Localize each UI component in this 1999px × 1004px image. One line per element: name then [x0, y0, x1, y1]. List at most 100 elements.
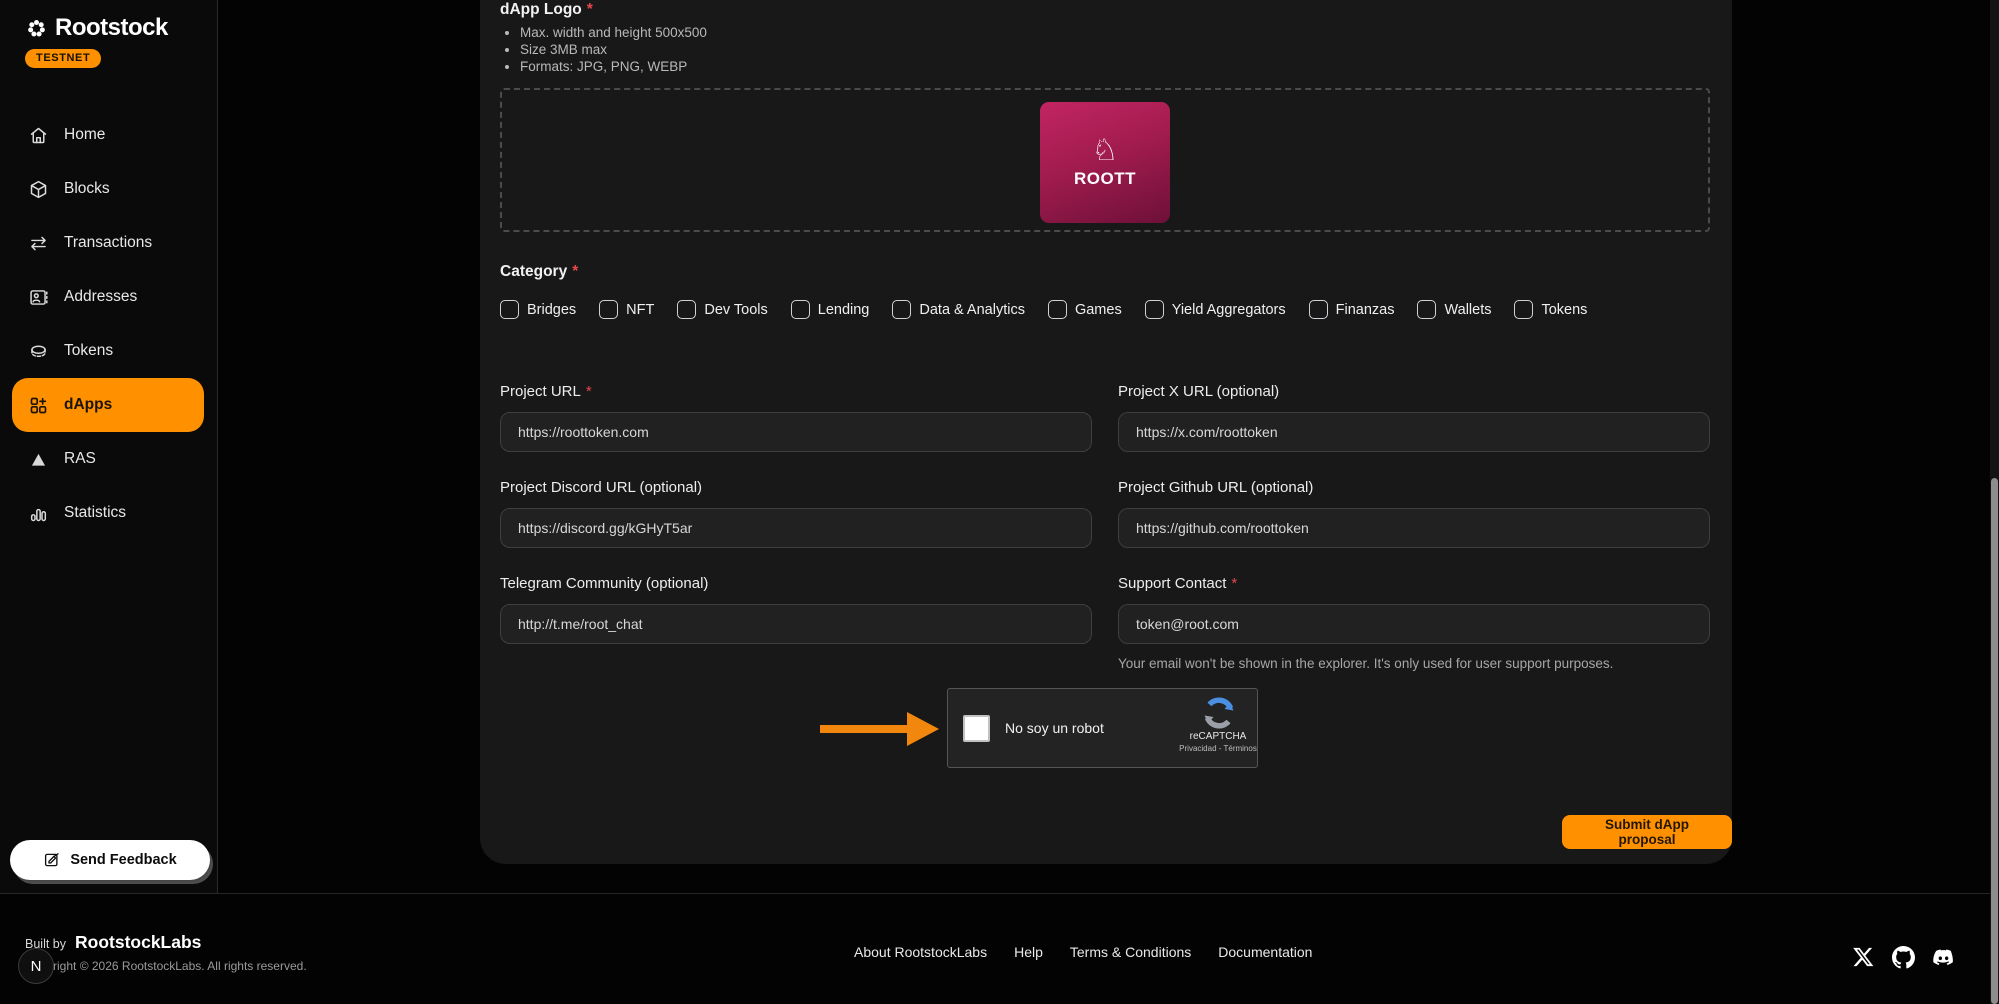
category-checkbox[interactable]	[599, 300, 618, 319]
sidebar: Rootstock TESTNET Home Blocks	[0, 0, 218, 893]
sidebar-item-ras[interactable]: RAS	[0, 432, 217, 486]
logo-rules-list: Max. width and height 500x500 Size 3MB m…	[520, 24, 707, 75]
recaptcha-logo-icon	[1203, 697, 1235, 729]
knight-chess-icon: ♘	[1092, 136, 1119, 166]
category-option-yield-aggregators[interactable]: Yield Aggregators	[1145, 300, 1286, 319]
bar-chart-icon	[28, 503, 49, 524]
field-support-contact: Support Contact* Your email won't be sho…	[1118, 575, 1710, 671]
footer-link-terms[interactable]: Terms & Conditions	[1070, 944, 1191, 960]
footer-link-help[interactable]: Help	[1014, 944, 1043, 960]
sidebar-nav: Home Blocks Transactions	[0, 108, 217, 540]
sidebar-item-statistics[interactable]: Statistics	[0, 486, 217, 540]
category-option-games[interactable]: Games	[1048, 300, 1122, 319]
sidebar-item-blocks[interactable]: Blocks	[0, 162, 217, 216]
required-asterisk: *	[1231, 575, 1237, 592]
category-checkbox[interactable]	[791, 300, 810, 319]
project-url-input[interactable]	[500, 412, 1092, 452]
recaptcha-label: No soy un robot	[1005, 720, 1104, 736]
category-option-data-analytics[interactable]: Data & Analytics	[892, 300, 1025, 319]
dapp-logo-label: dApp Logo*	[500, 1, 593, 19]
category-label: Category*	[500, 263, 578, 281]
category-option-dev-tools[interactable]: Dev Tools	[677, 300, 767, 319]
submit-dapp-proposal-button[interactable]: Submit dApp proposal	[1562, 815, 1732, 849]
arrow-shaft	[820, 725, 908, 733]
sidebar-item-transactions[interactable]: Transactions	[0, 216, 217, 270]
footer-link-documentation[interactable]: Documentation	[1218, 944, 1312, 960]
footer-left: Built by RootstockLabs Copyright © 2026 …	[25, 932, 307, 973]
footer-link-about[interactable]: About RootstockLabs	[854, 944, 987, 960]
sidebar-item-label: Blocks	[64, 180, 110, 198]
category-option-finanzas[interactable]: Finanzas	[1309, 300, 1395, 319]
brand-logo[interactable]: Rootstock TESTNET	[25, 14, 168, 68]
feedback-pencil-icon	[43, 851, 61, 869]
rootstock-flower-icon	[25, 17, 48, 40]
annotation-arrow	[820, 710, 944, 748]
required-asterisk: *	[572, 263, 578, 280]
sidebar-item-addresses[interactable]: Addresses	[0, 270, 217, 324]
home-icon	[28, 125, 49, 146]
logo-rule: Size 3MB max	[520, 41, 707, 58]
scrollbar-thumb[interactable]	[1991, 478, 1998, 1004]
category-checkbox[interactable]	[1145, 300, 1164, 319]
recaptcha-brand: reCAPTCHA	[1179, 731, 1257, 742]
category-checkbox[interactable]	[500, 300, 519, 319]
project-x-url-input[interactable]	[1118, 412, 1710, 452]
field-project-github-url: Project Github URL (optional)	[1118, 479, 1710, 548]
category-checkbox[interactable]	[1417, 300, 1436, 319]
category-checkbox[interactable]	[892, 300, 911, 319]
sidebar-item-label: Home	[64, 126, 105, 144]
category-option-tokens[interactable]: Tokens	[1514, 300, 1587, 319]
category-checkbox[interactable]	[1048, 300, 1067, 319]
recaptcha-checkbox[interactable]	[963, 715, 990, 742]
footer-social	[1852, 946, 1955, 969]
field-project-x-url: Project X URL (optional)	[1118, 383, 1710, 452]
x-twitter-icon[interactable]	[1852, 946, 1875, 969]
category-option-nft[interactable]: NFT	[599, 300, 654, 319]
category-option-lending[interactable]: Lending	[791, 300, 870, 319]
footer-links: About RootstockLabs Help Terms & Conditi…	[854, 944, 1312, 960]
sidebar-item-label: Addresses	[64, 288, 137, 306]
category-checkbox[interactable]	[1514, 300, 1533, 319]
category-checkbox[interactable]	[1309, 300, 1328, 319]
project-discord-url-input[interactable]	[500, 508, 1092, 548]
rootstocklabs-link[interactable]: RootstockLabs	[75, 932, 201, 953]
category-options-row: Bridges NFT Dev Tools Lending Data & Ana…	[500, 300, 1587, 319]
sidebar-item-label: Tokens	[64, 342, 113, 360]
github-icon[interactable]	[1892, 946, 1915, 969]
dapps-grid-plus-icon	[28, 395, 49, 416]
sidebar-item-home[interactable]: Home	[0, 108, 217, 162]
logo-upload-dropzone[interactable]: ♘ ROOTT	[500, 88, 1710, 232]
arrow-head	[907, 712, 939, 746]
discord-icon[interactable]	[1932, 946, 1955, 969]
category-checkbox[interactable]	[677, 300, 696, 319]
sidebar-item-label: Statistics	[64, 504, 126, 522]
category-option-wallets[interactable]: Wallets	[1417, 300, 1491, 319]
sidebar-item-label: dApps	[64, 396, 112, 414]
field-project-discord-url: Project Discord URL (optional)	[500, 479, 1092, 548]
logo-rule: Max. width and height 500x500	[520, 24, 707, 41]
dapp-proposal-form-panel: dApp Logo* Max. width and height 500x500…	[480, 0, 1732, 864]
required-asterisk: *	[587, 1, 593, 18]
cube-icon	[28, 179, 49, 200]
triangle-icon	[28, 449, 49, 470]
sidebar-item-label: Transactions	[64, 234, 152, 252]
copyright-text: Copyright © 2026 RootstockLabs. All righ…	[25, 959, 307, 973]
send-feedback-button[interactable]: Send Feedback	[10, 840, 210, 880]
field-telegram-community: Telegram Community (optional)	[500, 575, 1092, 671]
presence-avatar-n: N	[18, 948, 54, 984]
recaptcha-terms-links[interactable]: Privacidad - Términos	[1179, 744, 1257, 753]
sidebar-item-tokens[interactable]: Tokens	[0, 324, 217, 378]
footer: Built by RootstockLabs Copyright © 2026 …	[0, 893, 1999, 1004]
swap-arrows-icon	[28, 233, 49, 254]
logo-preview-tile: ♘ ROOTT	[1040, 102, 1170, 223]
sidebar-item-dapps[interactable]: dApps	[12, 378, 204, 432]
recaptcha-widget: No soy un robot reCAPTCHA Privacidad - T…	[947, 688, 1258, 768]
required-asterisk: *	[586, 383, 592, 400]
category-option-bridges[interactable]: Bridges	[500, 300, 576, 319]
field-project-url: Project URL*	[500, 383, 1092, 452]
logo-preview-name: ROOTT	[1074, 169, 1136, 189]
project-github-url-input[interactable]	[1118, 508, 1710, 548]
support-contact-input[interactable]	[1118, 604, 1710, 644]
telegram-community-input[interactable]	[500, 604, 1092, 644]
testnet-badge: TESTNET	[25, 49, 101, 68]
